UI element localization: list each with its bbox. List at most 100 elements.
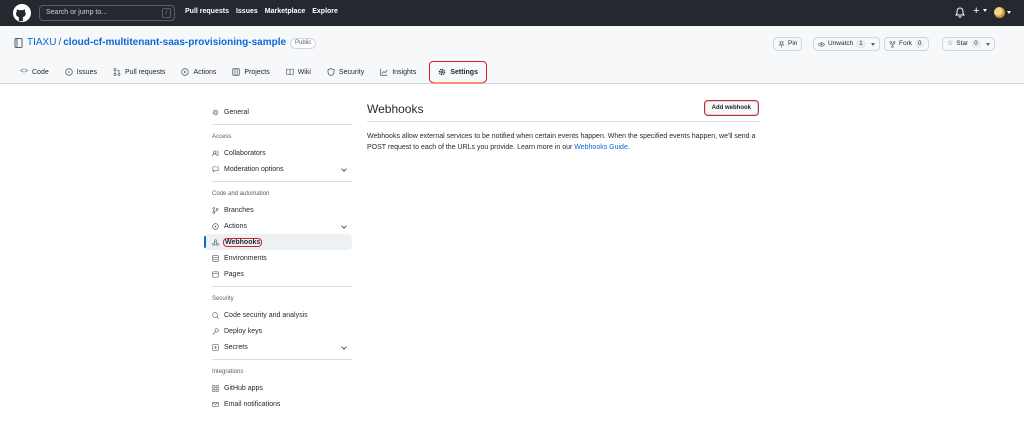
- key-asterisk-icon: [212, 343, 219, 351]
- tab-pull-requests[interactable]: Pull requests: [105, 62, 173, 82]
- description-text: Webhooks allow external services to be n…: [367, 133, 756, 151]
- sidebar-item-pages[interactable]: Pages: [204, 266, 352, 282]
- repo-title: TIAXU / cloud-cf-multitenant-saas-provisio…: [27, 37, 286, 48]
- play-icon: [212, 222, 219, 230]
- notification-bell-icon[interactable]: [955, 7, 965, 18]
- branch-icon: [212, 206, 219, 214]
- repo-name-link[interactable]: cloud-cf-multitenant-saas-provisioning-s…: [63, 37, 286, 48]
- nav-explore[interactable]: Explore: [312, 8, 338, 15]
- fork-icon: [889, 40, 896, 48]
- chevron-down-icon[interactable]: [341, 223, 347, 229]
- chevron-down-icon[interactable]: [341, 166, 347, 172]
- sidebar-item-actions[interactable]: Actions: [204, 218, 352, 234]
- tab-label: Wiki: [297, 68, 311, 76]
- create-new-caret-icon[interactable]: [983, 9, 987, 12]
- tab-code[interactable]: <> Code: [12, 62, 57, 82]
- pull-request-icon: [113, 68, 121, 76]
- sidebar-item-label: Actions: [224, 222, 247, 230]
- sidebar-divider: [212, 181, 352, 182]
- sidebar-item-general[interactable]: General: [204, 104, 352, 120]
- unwatch-button[interactable]: Unwatch 1: [813, 37, 880, 51]
- star-icon: ☆: [947, 40, 954, 47]
- user-avatar[interactable]: [994, 7, 1005, 18]
- sidebar-item-label: Webhooks: [222, 237, 263, 247]
- sidebar-item-label: Email notifications: [224, 400, 281, 408]
- sidebar-item-collaborators[interactable]: Collaborators: [204, 145, 352, 161]
- visibility-badge: Public: [290, 38, 317, 49]
- gear-icon: [439, 68, 446, 76]
- sidebar-item-moderation-options[interactable]: Moderation options: [204, 161, 352, 177]
- pin-button[interactable]: Pin: [773, 37, 803, 51]
- tab-security[interactable]: Security: [319, 62, 372, 82]
- table-icon: [232, 68, 241, 76]
- sidebar-item-environments[interactable]: Environments: [204, 250, 352, 266]
- browser-icon: [212, 270, 219, 278]
- global-header: Search or jump to... / Pull requests Iss…: [0, 0, 1024, 26]
- star-button[interactable]: ☆ Star 0: [942, 37, 995, 51]
- sidebar-heading-code-automation: Code and automation: [212, 191, 270, 197]
- sidebar-item-label: General: [224, 108, 249, 116]
- repository-header: TIAXU / cloud-cf-multitenant-saas-provisio…: [0, 26, 1024, 84]
- webhooks-guide-link[interactable]: Webhooks Guide: [574, 144, 628, 151]
- main-content: Webhooks Add webhook Webhooks allow exte…: [367, 100, 760, 153]
- tab-label: Insights: [392, 68, 417, 76]
- avatar-caret-icon[interactable]: [1007, 11, 1011, 14]
- sidebar-item-email-notifications[interactable]: Email notifications: [204, 396, 352, 412]
- sidebar-item-github-apps[interactable]: GitHub apps: [204, 380, 352, 396]
- sidebar-item-label: Moderation options: [224, 165, 284, 173]
- sidebar-item-label: Environments: [224, 254, 267, 262]
- tab-insights[interactable]: Insights: [372, 62, 424, 82]
- github-logo-icon[interactable]: [13, 4, 31, 22]
- star-count: 0: [971, 40, 981, 48]
- tab-label: Settings: [450, 68, 478, 76]
- play-icon: [181, 68, 190, 76]
- tab-actions[interactable]: Actions: [173, 62, 224, 82]
- issue-icon: [65, 68, 73, 76]
- repo-owner-link[interactable]: TIAXU: [27, 37, 56, 48]
- search-placeholder: Search or jump to...: [46, 9, 108, 16]
- sidebar-item-deploy-keys[interactable]: Deploy keys: [204, 323, 352, 339]
- sidebar-item-webhooks[interactable]: Webhooks: [204, 234, 352, 250]
- tab-projects[interactable]: Projects: [224, 62, 277, 82]
- page-title: Webhooks: [367, 102, 424, 116]
- tab-issues[interactable]: Issues: [57, 62, 105, 82]
- tab-label: Projects: [244, 68, 270, 76]
- gear-icon: [212, 109, 219, 115]
- add-webhook-button[interactable]: Add webhook: [703, 100, 760, 116]
- create-new-icon[interactable]: +: [973, 6, 979, 17]
- webhooks-description: Webhooks allow external services to be n…: [367, 131, 760, 153]
- tab-label: Security: [338, 68, 365, 76]
- mail-icon: [212, 401, 219, 407]
- shield-icon: [327, 68, 335, 76]
- sidebar-heading-integrations: Integrations: [212, 369, 244, 375]
- sidebar-heading-security: Security: [212, 296, 234, 302]
- sidebar-item-branches[interactable]: Branches: [204, 202, 352, 218]
- tab-label: Issues: [76, 68, 97, 76]
- code-icon: <>: [20, 68, 29, 75]
- tab-label: Actions: [193, 68, 217, 76]
- pin-icon: [778, 41, 785, 48]
- unwatch-label: Unwatch: [828, 40, 854, 47]
- unwatch-caret-icon[interactable]: [870, 42, 875, 46]
- repo-icon: [14, 38, 23, 48]
- fork-button[interactable]: Fork 0: [884, 37, 930, 51]
- key-icon: [212, 327, 219, 335]
- webhook-icon: [212, 238, 219, 246]
- sidebar-item-code-security[interactable]: Code security and analysis: [204, 307, 352, 323]
- comment-icon: [212, 166, 219, 173]
- sidebar-item-label: Collaborators: [224, 149, 266, 157]
- book-icon: [286, 68, 294, 76]
- nav-issues[interactable]: Issues: [236, 8, 258, 15]
- star-caret-icon[interactable]: [985, 42, 990, 46]
- chevron-down-icon[interactable]: [341, 344, 347, 350]
- sidebar-item-secrets[interactable]: Secrets: [204, 339, 352, 355]
- tab-wiki[interactable]: Wiki: [278, 62, 319, 82]
- graph-icon: [380, 68, 388, 76]
- search-input[interactable]: Search or jump to... /: [39, 5, 175, 21]
- page-header: Webhooks Add webhook: [367, 100, 760, 122]
- nav-marketplace[interactable]: Marketplace: [265, 8, 305, 15]
- sidebar-item-label: Branches: [224, 206, 254, 214]
- tab-settings[interactable]: Settings: [429, 61, 487, 84]
- sidebar-divider: [212, 124, 352, 125]
- nav-pull-requests[interactable]: Pull requests: [185, 8, 229, 15]
